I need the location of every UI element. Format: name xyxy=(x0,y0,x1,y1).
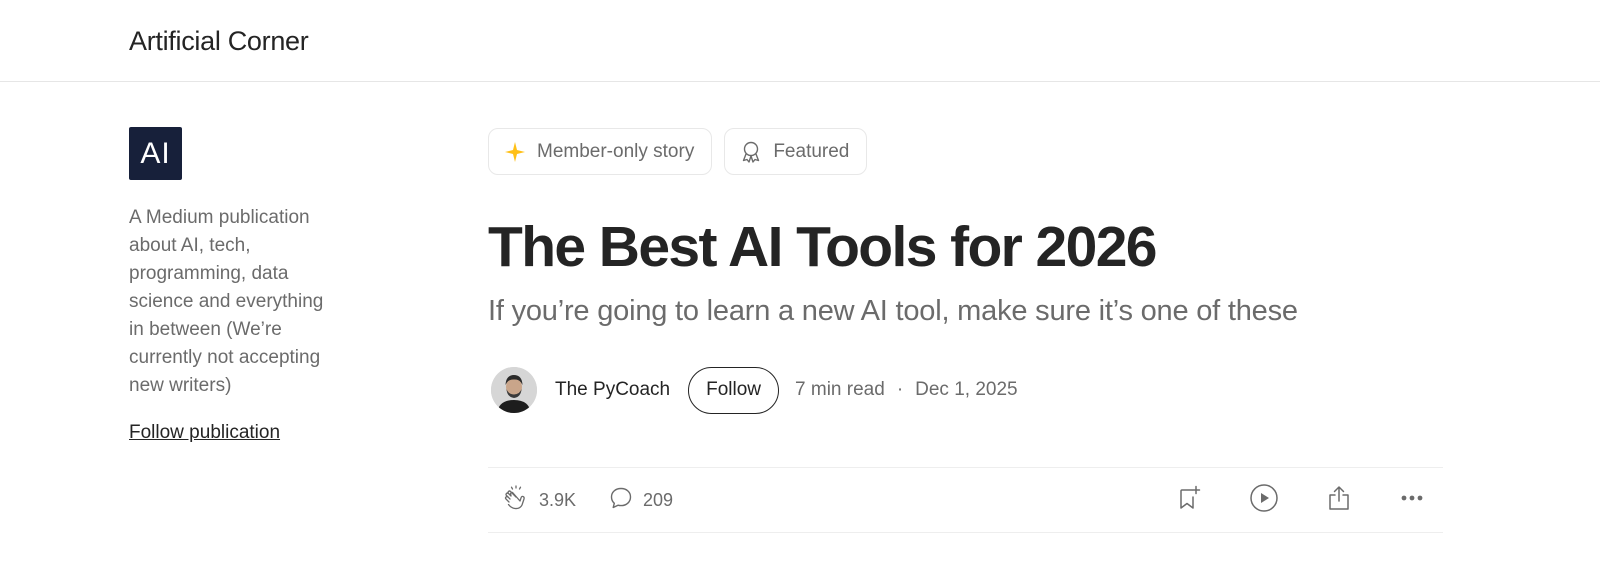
share-icon xyxy=(1325,484,1353,517)
article-subtitle: If you’re going to learn a new AI tool, … xyxy=(488,295,1298,327)
follow-author-button[interactable]: Follow xyxy=(688,366,780,414)
read-time: 7 min read xyxy=(795,379,885,400)
comments-button[interactable]: 209 xyxy=(608,485,673,516)
award-icon xyxy=(741,141,761,163)
publication-description: A Medium publication about AI, tech, pro… xyxy=(129,207,324,396)
utility-group xyxy=(1129,483,1443,518)
publication-sidebar: AI A Medium publication about AI, tech, … xyxy=(129,127,349,444)
clap-button[interactable]: 3.9K xyxy=(502,484,576,517)
action-bar: 3.9K 209 xyxy=(488,467,1443,533)
comment-icon xyxy=(608,485,634,516)
featured-label: Featured xyxy=(773,140,850,162)
article-meta: 7 min read · Dec 1, 2025 xyxy=(795,379,1018,401)
clap-icon xyxy=(502,484,530,517)
bookmark-add-icon xyxy=(1175,484,1203,517)
more-icon xyxy=(1399,485,1425,516)
engagement-group: 3.9K 209 xyxy=(488,484,673,517)
author-avatar[interactable] xyxy=(491,367,537,413)
member-only-label: Member-only story xyxy=(537,140,695,162)
publication-name[interactable]: Artificial Corner xyxy=(129,26,309,57)
follow-publication-link[interactable]: Follow publication xyxy=(129,422,280,444)
featured-badge[interactable]: Featured xyxy=(724,128,868,175)
more-options-button[interactable] xyxy=(1399,485,1425,516)
publication-logo[interactable]: AI xyxy=(129,127,182,180)
star-icon xyxy=(505,141,525,162)
save-button[interactable] xyxy=(1175,484,1203,517)
badge-row: Member-only story Featured xyxy=(488,128,1443,175)
article-title: The Best AI Tools for 2026 xyxy=(488,215,1158,279)
top-bar: Artificial Corner xyxy=(0,0,1600,82)
article-header: Member-only story Featured The Best AI T… xyxy=(488,128,1443,533)
comment-count: 209 xyxy=(643,489,674,510)
listen-button[interactable] xyxy=(1249,483,1279,518)
meta-separator: · xyxy=(896,379,904,400)
share-button[interactable] xyxy=(1325,484,1353,517)
author-name[interactable]: The PyCoach xyxy=(555,379,670,401)
member-only-badge: Member-only story xyxy=(488,128,713,175)
clap-count: 3.9K xyxy=(539,489,577,510)
publish-date: Dec 1, 2025 xyxy=(915,379,1018,400)
byline: The PyCoach Follow 7 min read · Dec 1, 2… xyxy=(488,365,1443,415)
play-icon xyxy=(1249,483,1279,518)
